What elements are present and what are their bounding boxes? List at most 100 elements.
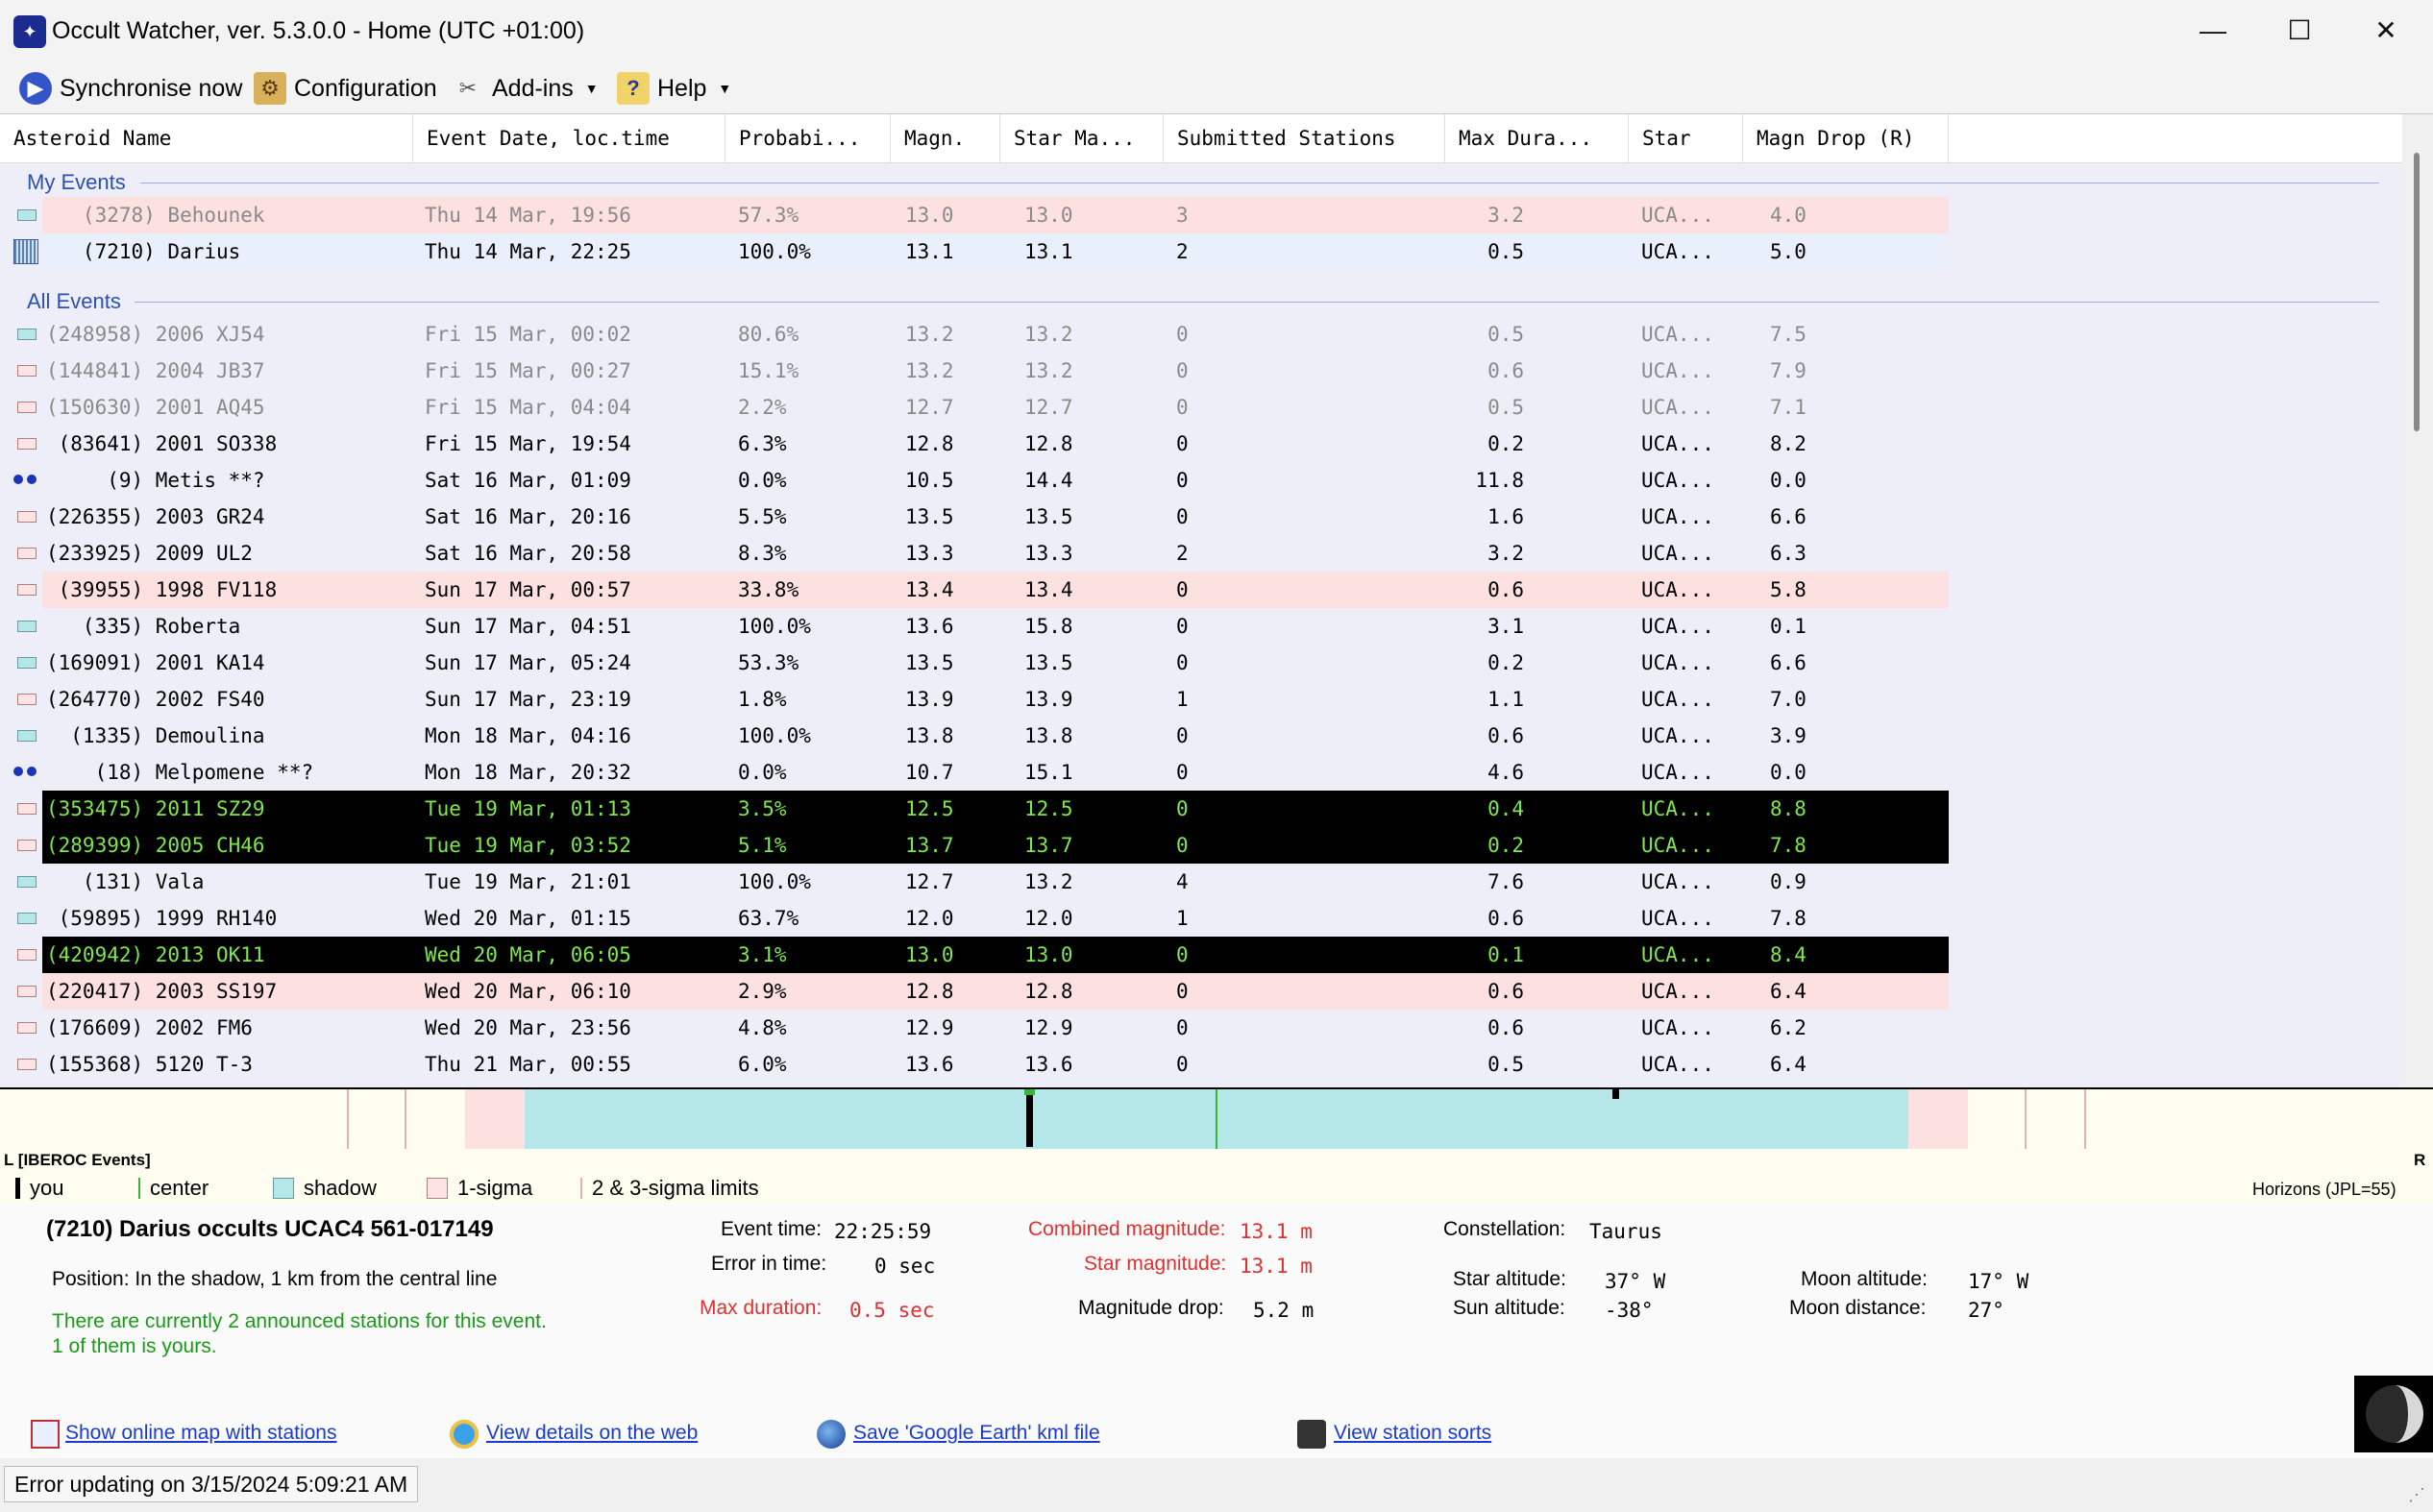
cell-date: Fri 15 Mar, 00:27 bbox=[425, 359, 631, 382]
col-asteroid-name[interactable]: Asteroid Name bbox=[0, 114, 413, 162]
cell-magn: 12.8 bbox=[905, 432, 954, 455]
shadow-marker-icon bbox=[17, 209, 37, 221]
you-icon bbox=[15, 1178, 20, 1199]
event-details-panel: (7210) Darius occults UCAC4 561-017149 P… bbox=[0, 1205, 2433, 1458]
cell-starmag: 12.5 bbox=[1024, 797, 1073, 820]
cell-star: UCA... bbox=[1641, 834, 1714, 857]
table-row[interactable]: (131) Vala Tue 19 Mar, 21:01 100.0% 12.7 13.… bbox=[0, 864, 1949, 900]
table-row[interactable]: (169091) 2001 KA14 Sun 17 Mar, 05:24 53.3%… bbox=[0, 645, 1949, 681]
group-my-events[interactable]: My Events bbox=[27, 166, 126, 199]
close-button[interactable]: ✕ bbox=[2352, 10, 2420, 52]
cell-name: (7210) Darius bbox=[46, 240, 241, 263]
col-max-duration[interactable]: Max Dura... bbox=[1445, 114, 1629, 162]
col-event-date[interactable]: Event Date, loc.time bbox=[413, 114, 725, 162]
cell-stations: 1 bbox=[1176, 688, 1189, 711]
config-label: Configuration bbox=[294, 75, 437, 102]
table-row[interactable]: (176609) 2002 FM6 Wed 20 Mar, 23:56 4.8% 12… bbox=[0, 1010, 1949, 1046]
col-submitted-stations[interactable]: Submitted Stations bbox=[1164, 114, 1445, 162]
table-row[interactable]: (248958) 2006 XJ54 Fri 15 Mar, 00:02 80.6%… bbox=[0, 316, 1949, 353]
cell-stations: 0 bbox=[1176, 578, 1189, 601]
vertical-scrollbar[interactable] bbox=[2402, 114, 2433, 1088]
table-row[interactable]: (3278) Behounek Thu 14 Mar, 19:56 57.3% 13.… bbox=[0, 197, 1949, 233]
cell-dur: 0.5 bbox=[1487, 240, 1524, 263]
station-sorts-link[interactable]: View station sorts bbox=[1334, 1422, 1491, 1445]
scrollbar-thumb[interactable] bbox=[2414, 153, 2420, 431]
table-row[interactable]: (144841) 2004 JB37 Fri 15 Mar, 00:27 15.1%… bbox=[0, 353, 1949, 389]
cell-drop: 8.2 bbox=[1770, 432, 1806, 455]
sync-button[interactable]: ▶ Synchronise now bbox=[19, 71, 242, 106]
telescope-icon bbox=[1297, 1420, 1326, 1449]
window-title: Occult Watcher, ver. 5.3.0.0 - Home (UTC… bbox=[52, 17, 585, 44]
table-row[interactable]: (39955) 1998 FV118 Sun 17 Mar, 00:57 33.8%… bbox=[0, 572, 1949, 608]
cell-starmag: 12.8 bbox=[1024, 980, 1073, 1003]
timeline-chart[interactable] bbox=[0, 1087, 2433, 1152]
sigma-marker-icon bbox=[17, 1022, 37, 1034]
minimize-button[interactable]: — bbox=[2179, 10, 2247, 52]
cell-drop: 6.4 bbox=[1770, 1053, 1806, 1076]
cell-drop: 7.5 bbox=[1770, 323, 1806, 346]
addins-menu[interactable]: ✂ Add-ins ▼ bbox=[452, 71, 599, 106]
cell-prob: 100.0% bbox=[738, 870, 811, 893]
gear-icon: ⚙ bbox=[254, 72, 286, 105]
cell-date: Wed 20 Mar, 06:10 bbox=[425, 980, 631, 1003]
group-all-events[interactable]: All Events bbox=[27, 285, 121, 318]
configuration-button[interactable]: ⚙ Configuration bbox=[254, 71, 437, 106]
col-magn[interactable]: Magn. bbox=[891, 114, 1000, 162]
cell-drop: 7.9 bbox=[1770, 359, 1806, 382]
cell-dur: 7.6 bbox=[1487, 870, 1524, 893]
table-row[interactable]: (233925) 2009 UL2 Sat 16 Mar, 20:58 8.3% 13… bbox=[0, 535, 1949, 572]
cell-drop: 0.9 bbox=[1770, 870, 1806, 893]
events-grid[interactable]: Asteroid Name Event Date, loc.time Proba… bbox=[0, 113, 2433, 1088]
maximize-button[interactable]: ☐ bbox=[2266, 10, 2333, 52]
cell-dur: 3.2 bbox=[1487, 542, 1524, 565]
table-row[interactable]: (226355) 2003 GR24 Sat 16 Mar, 20:16 5.5% 1… bbox=[0, 499, 1949, 535]
table-row[interactable]: (289399) 2005 CH46 Tue 19 Mar, 03:52 5.1% 1… bbox=[0, 827, 1949, 864]
cell-date: Sun 17 Mar, 05:24 bbox=[425, 651, 631, 674]
table-row[interactable]: (220417) 2003 SS197 Wed 20 Mar, 06:10 2.9%… bbox=[0, 973, 1949, 1010]
cell-magn: 13.2 bbox=[905, 323, 954, 346]
table-row[interactable]: (353475) 2011 SZ29 Tue 19 Mar, 01:13 3.5% 1… bbox=[0, 791, 1949, 827]
cell-date: Tue 19 Mar, 01:13 bbox=[425, 797, 631, 820]
table-row[interactable]: (264770) 2002 FS40 Sun 17 Mar, 23:19 1.8% 1… bbox=[0, 681, 1949, 718]
save-kml-link[interactable]: Save 'Google Earth' kml file bbox=[853, 1422, 1100, 1445]
table-row[interactable]: (155368) 5120 T-3 Thu 21 Mar, 00:55 6.0% 13… bbox=[0, 1046, 1949, 1083]
cell-star: UCA... bbox=[1641, 323, 1714, 346]
cell-starmag: 13.3 bbox=[1024, 542, 1073, 565]
table-row[interactable]: (9) Metis **? Sat 16 Mar, 01:09 0.0% 10.5 14… bbox=[0, 462, 1949, 499]
sigma-marker-icon bbox=[17, 438, 37, 450]
binary-asteroid-icon bbox=[13, 766, 40, 779]
cell-dur: 0.6 bbox=[1487, 359, 1524, 382]
cell-name: (233925) 2009 UL2 bbox=[46, 542, 253, 565]
cell-star: UCA... bbox=[1641, 1053, 1714, 1076]
col-star-magn[interactable]: Star Ma... bbox=[1000, 114, 1164, 162]
cell-prob: 53.3% bbox=[738, 651, 799, 674]
legend-shadow: shadow bbox=[273, 1176, 377, 1201]
table-row[interactable]: (59895) 1999 RH140 Wed 20 Mar, 01:15 63.7%… bbox=[0, 900, 1949, 937]
announced-stations: There are currently 2 announced stations… bbox=[52, 1310, 547, 1332]
cell-star: UCA... bbox=[1641, 240, 1714, 263]
cell-dur: 0.6 bbox=[1487, 724, 1524, 747]
resize-grip-icon[interactable]: ⋰ bbox=[2408, 1485, 2425, 1505]
table-row[interactable]: (420942) 2013 OK11 Wed 20 Mar, 06:05 3.1% 1… bbox=[0, 937, 1949, 973]
help-menu[interactable]: ? Help ▼ bbox=[617, 71, 731, 106]
cell-date: Thu 14 Mar, 19:56 bbox=[425, 204, 631, 227]
cell-prob: 8.3% bbox=[738, 542, 787, 565]
globe-icon bbox=[817, 1420, 846, 1449]
col-star[interactable]: Star bbox=[1629, 114, 1743, 162]
cell-date: Tue 19 Mar, 21:01 bbox=[425, 870, 631, 893]
cell-dur: 3.1 bbox=[1487, 615, 1524, 638]
table-row[interactable]: (83641) 2001 SO338 Fri 15 Mar, 19:54 6.3% 1… bbox=[0, 426, 1949, 462]
cell-magn: 12.5 bbox=[905, 797, 954, 820]
col-probability[interactable]: Probabi... bbox=[725, 114, 891, 162]
table-row[interactable]: (150630) 2001 AQ45 Fri 15 Mar, 04:04 2.2% 1… bbox=[0, 389, 1949, 426]
col-magn-drop[interactable]: Magn Drop (R) bbox=[1743, 114, 1949, 162]
table-row[interactable]: (18) Melpomene **? Mon 18 Mar, 20:32 0.0% 1… bbox=[0, 754, 1949, 791]
table-row[interactable]: (1335) Demoulina Mon 18 Mar, 04:16 100.0% 1… bbox=[0, 718, 1949, 754]
view-web-link[interactable]: View details on the web bbox=[486, 1422, 698, 1445]
cell-prob: 6.3% bbox=[738, 432, 787, 455]
cell-drop: 6.4 bbox=[1770, 980, 1806, 1003]
table-row[interactable]: (7210) Darius Thu 14 Mar, 22:25 100.0% 13.1… bbox=[0, 233, 1949, 270]
table-row[interactable]: (335) Roberta Sun 17 Mar, 04:51 100.0% 13.6… bbox=[0, 608, 1949, 645]
cell-name: (9) Metis **? bbox=[46, 469, 265, 492]
show-map-link[interactable]: Show online map with stations bbox=[65, 1422, 337, 1445]
